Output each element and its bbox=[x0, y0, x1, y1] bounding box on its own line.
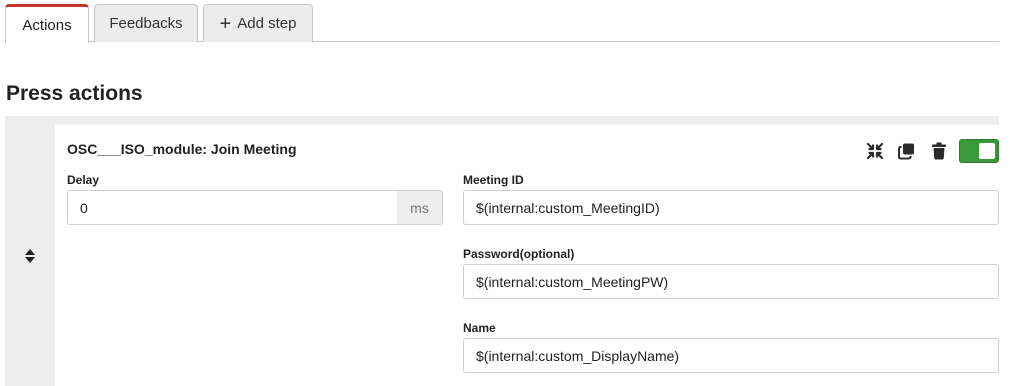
plus-icon: + bbox=[219, 12, 232, 35]
tab-feedbacks[interactable]: Feedbacks bbox=[94, 4, 198, 42]
delay-input[interactable] bbox=[67, 190, 398, 225]
enable-toggle[interactable] bbox=[959, 139, 999, 163]
tab-label: Feedbacks bbox=[109, 15, 183, 32]
add-step-button[interactable]: + Add step bbox=[203, 4, 313, 42]
action-title: OSC___ISO_module: Join Meeting bbox=[67, 141, 297, 157]
delete-icon[interactable] bbox=[927, 139, 951, 163]
duplicate-icon[interactable] bbox=[895, 139, 919, 163]
tab-label: Add step bbox=[237, 15, 297, 32]
toggle-knob bbox=[979, 143, 995, 159]
action-body: OSC___ISO_module: Join Meeting Delay 0 m… bbox=[55, 125, 999, 386]
collapse-icon[interactable] bbox=[863, 139, 887, 163]
name-label: Name bbox=[463, 321, 496, 335]
delay-unit: ms bbox=[397, 190, 443, 225]
meeting-id-label: Meeting ID bbox=[463, 173, 524, 187]
password-label: Password(optional) bbox=[463, 247, 575, 261]
tab-label: Actions bbox=[22, 16, 72, 34]
section-title: Press actions bbox=[6, 82, 143, 105]
name-input[interactable] bbox=[463, 338, 999, 373]
delay-label: Delay bbox=[67, 173, 100, 187]
tab-bar: Actions Feedbacks + Add step bbox=[5, 4, 999, 43]
tab-actions[interactable]: Actions bbox=[5, 4, 89, 43]
sort-icon bbox=[25, 248, 35, 263]
meeting-id-input[interactable] bbox=[463, 190, 999, 225]
action-card: OSC___ISO_module: Join Meeting Delay 0 m… bbox=[5, 116, 999, 386]
password-input[interactable] bbox=[463, 264, 999, 299]
drag-handle[interactable] bbox=[5, 125, 55, 386]
action-toolbar bbox=[863, 139, 999, 163]
